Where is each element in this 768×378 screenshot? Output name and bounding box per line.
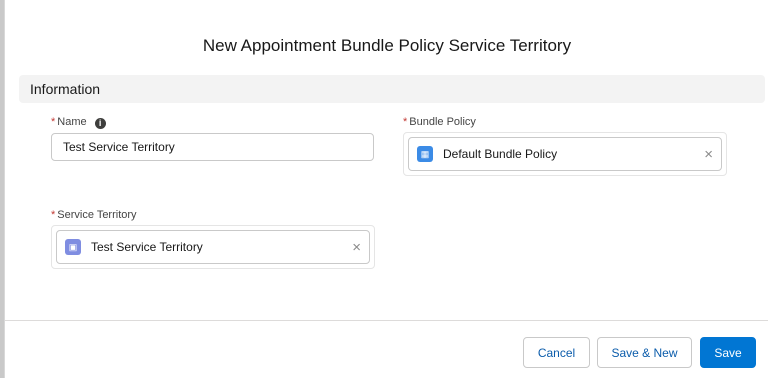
remove-bundle-policy-icon[interactable]: ×	[704, 147, 713, 162]
save-and-new-button[interactable]: Save & New	[597, 337, 692, 368]
section-header: Information	[19, 75, 765, 103]
modal-title: New Appointment Bundle Policy Service Te…	[202, 36, 572, 55]
required-marker: *	[51, 209, 56, 221]
bundle-policy-lookup[interactable]: ▦ Default Bundle Policy ×	[403, 132, 727, 176]
section-title: Information	[30, 81, 101, 97]
modal-footer: Cancel Save & New Save	[5, 320, 768, 378]
required-marker: *	[403, 116, 408, 128]
remove-service-territory-icon[interactable]: ×	[352, 240, 361, 255]
save-button[interactable]: Save	[700, 337, 756, 368]
bundle-policy-value: Default Bundle Policy	[443, 147, 558, 161]
service-territory-label: Service Territory	[57, 209, 137, 221]
service-territory-lookup[interactable]: ▣ Test Service Territory ×	[51, 225, 375, 269]
bundle-policy-label-row: * Bundle Policy	[403, 116, 476, 128]
service-territory-value: Test Service Territory	[91, 240, 203, 254]
bundle-policy-icon: ▦	[417, 146, 433, 162]
service-territory-icon: ▣	[65, 239, 81, 255]
required-marker: *	[51, 116, 56, 128]
name-label: Name	[57, 116, 87, 128]
name-label-row: * Name i	[51, 116, 106, 129]
service-territory-label-row: * Service Territory	[51, 209, 137, 221]
service-territory-pill[interactable]: ▣ Test Service Territory ×	[56, 230, 370, 264]
info-icon[interactable]: i	[94, 118, 106, 129]
name-input[interactable]: Test Service Territory	[51, 133, 374, 161]
bundle-policy-pill[interactable]: ▦ Default Bundle Policy ×	[408, 137, 722, 171]
cancel-button[interactable]: Cancel	[523, 337, 590, 368]
modal-dialog: New Appointment Bundle Policy Service Te…	[4, 0, 768, 378]
bundle-policy-label: Bundle Policy	[409, 116, 476, 128]
